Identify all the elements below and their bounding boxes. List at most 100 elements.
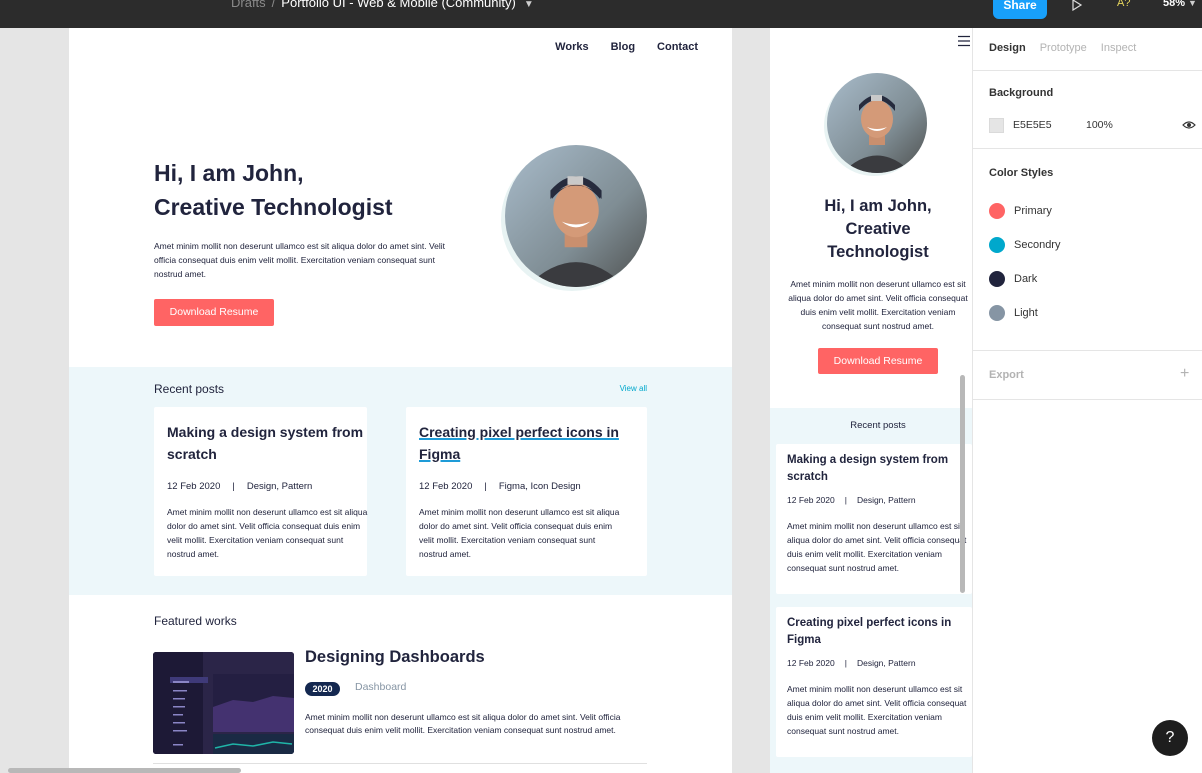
hero-title: Hi, I am John, Creative Technologist — [770, 195, 972, 264]
featured-title[interactable]: Designing Dashboards — [305, 648, 485, 667]
background-swatch[interactable] — [989, 118, 1004, 133]
meta-separator: | — [844, 495, 847, 505]
featured-works-heading: Featured works — [154, 614, 237, 628]
background-opacity-input[interactable]: 100% — [1086, 119, 1113, 131]
hero-text: Amet minim mollit non deserunt ullamco e… — [154, 241, 446, 279]
add-export-icon[interactable]: + — [1180, 365, 1189, 383]
zoom-value: 58% — [1163, 0, 1186, 9]
avatar — [505, 145, 647, 287]
color-style-primary[interactable]: Primary — [989, 203, 1052, 219]
hero-title: Hi, I am John, Creative Technologist — [154, 156, 474, 224]
top-toolbar: Drafts / Portfolio UI - Web & Mobile (Comm… — [0, 0, 1202, 28]
top-nav: Works Blog Contact — [533, 41, 698, 53]
tab-inspect[interactable]: Inspect — [1101, 42, 1136, 54]
avatar-photo — [505, 145, 647, 287]
post-tags: Design, Pattern — [856, 658, 916, 668]
vertical-scrollbar[interactable] — [960, 375, 965, 593]
post-card[interactable]: Making a design system from scratch 12 F… — [776, 444, 972, 594]
post-tags: Figma, Icon Design — [498, 481, 581, 492]
post-title[interactable]: Making a design system from scratch — [787, 452, 967, 486]
meta-separator: | — [232, 481, 235, 492]
color-swatch — [989, 237, 1005, 253]
color-style-label: Secondry — [1014, 238, 1061, 251]
divider — [973, 148, 1202, 149]
nav-contact[interactable]: Contact — [657, 41, 698, 53]
mobile-frame[interactable]: Hi, I am John, Creative Technologist Ame… — [770, 28, 972, 773]
hero-title-line1: Hi, I am John, — [154, 160, 304, 186]
desktop-frame[interactable]: Works Blog Contact Hi, I am John, Creati… — [69, 28, 732, 773]
hero-text: Amet minim mollit non deserunt ullamco e… — [788, 279, 968, 331]
post-excerpt: Amet minim mollit non deserunt ullamco e… — [787, 684, 967, 736]
post-card[interactable]: Creating pixel perfect icons in Figma 12… — [776, 607, 972, 757]
post-meta: 12 Feb 2020 | Design, Pattern — [787, 495, 916, 505]
breadcrumb-separator: / — [271, 0, 276, 10]
post-card[interactable]: Creating pixel perfect icons in Figma 12… — [406, 407, 647, 576]
post-meta: 12 Feb 2020 | Design, Pattern — [167, 481, 312, 492]
panel-tabs: Design Prototype Inspect — [989, 42, 1150, 54]
post-tags: Design, Pattern — [856, 495, 916, 505]
recent-posts-section: Recent posts Making a design system from… — [770, 408, 972, 773]
share-button[interactable]: Share — [993, 0, 1047, 19]
post-date: 12 Feb 2020 — [787, 658, 835, 668]
post-title[interactable]: Creating pixel perfect icons in Figma — [787, 615, 967, 649]
featured-tag: Dashboard — [355, 681, 407, 693]
post-title[interactable]: Making a design system from scratch — [167, 421, 367, 465]
play-icon[interactable] — [1071, 0, 1083, 11]
post-excerpt: Amet minim mollit non deserunt ullamco e… — [167, 507, 368, 559]
hero-title-line3: Technologist — [827, 243, 929, 261]
hero-title-line1: Hi, I am John, — [824, 197, 932, 215]
color-style-label: Light — [1014, 306, 1038, 319]
divider — [973, 70, 1202, 71]
hero-title-line2: Creative Technologist — [154, 194, 393, 220]
post-title[interactable]: Creating pixel perfect icons in Figma — [419, 421, 619, 465]
help-button[interactable]: ? — [1152, 720, 1188, 756]
background-hex-input[interactable]: E5E5E5 — [1013, 119, 1052, 131]
tab-design[interactable]: Design — [989, 42, 1026, 54]
featured-text: Amet minim mollit non deserunt ullamco e… — [305, 712, 621, 735]
canvas[interactable]: Works Blog Contact Hi, I am John, Creati… — [0, 28, 972, 773]
breadcrumb-drafts[interactable]: Drafts — [231, 0, 266, 10]
dashboard-thumbnail-image — [153, 652, 294, 754]
download-resume-button[interactable]: Download Resume — [154, 299, 274, 326]
year-badge: 2020 — [305, 682, 340, 696]
zoom-dropdown[interactable]: 58% ▼ — [1163, 0, 1197, 9]
post-date: 12 Feb 2020 — [787, 495, 835, 505]
accessibility-button[interactable]: A? — [1117, 0, 1130, 9]
color-swatch — [989, 305, 1005, 321]
recent-posts-heading: Recent posts — [154, 382, 225, 396]
properties-panel: Design Prototype Inspect Background E5E5E5… — [972, 28, 1202, 773]
color-swatch — [989, 203, 1005, 219]
nav-blog[interactable]: Blog — [611, 41, 635, 53]
post-card[interactable]: Making a design system from scratch 12 F… — [154, 407, 367, 576]
meta-separator: | — [484, 481, 487, 492]
breadcrumb: Drafts / Portfolio UI - Web & Mobile (Comm… — [231, 0, 534, 10]
color-swatch — [989, 271, 1005, 287]
color-style-light[interactable]: Light — [989, 305, 1038, 321]
divider — [973, 399, 1202, 400]
horizontal-scrollbar[interactable] — [8, 768, 241, 773]
tab-prototype[interactable]: Prototype — [1040, 42, 1087, 54]
avatar — [827, 73, 927, 173]
file-name[interactable]: Portfolio UI - Web & Mobile (Community) — [281, 0, 516, 10]
download-resume-button[interactable]: Download Resume — [818, 348, 938, 374]
view-all-link[interactable]: View all — [620, 384, 647, 393]
hero-title-line2: Creative — [845, 220, 911, 238]
color-style-label: Primary — [1014, 204, 1052, 217]
color-style-label: Dark — [1014, 272, 1038, 285]
meta-separator: | — [844, 658, 847, 668]
dashboard-thumbnail[interactable] — [153, 652, 294, 754]
color-style-dark[interactable]: Dark — [989, 271, 1037, 287]
nav-works[interactable]: Works — [555, 41, 588, 53]
eye-icon[interactable] — [1182, 119, 1196, 131]
export-heading[interactable]: Export — [989, 369, 1024, 381]
post-date: 12 Feb 2020 — [419, 481, 473, 492]
post-excerpt: Amet minim mollit non deserunt ullamco e… — [419, 507, 620, 559]
chevron-down-icon[interactable]: ▼ — [524, 0, 534, 10]
color-styles-heading: Color Styles — [989, 167, 1054, 179]
recent-posts-heading: Recent posts — [850, 420, 906, 431]
hamburger-menu-icon[interactable] — [958, 35, 970, 47]
post-meta: 12 Feb 2020 | Design, Pattern — [787, 658, 916, 668]
post-excerpt: Amet minim mollit non deserunt ullamco e… — [787, 521, 967, 573]
color-style-secondary[interactable]: Secondry — [989, 237, 1060, 253]
divider — [973, 350, 1202, 351]
